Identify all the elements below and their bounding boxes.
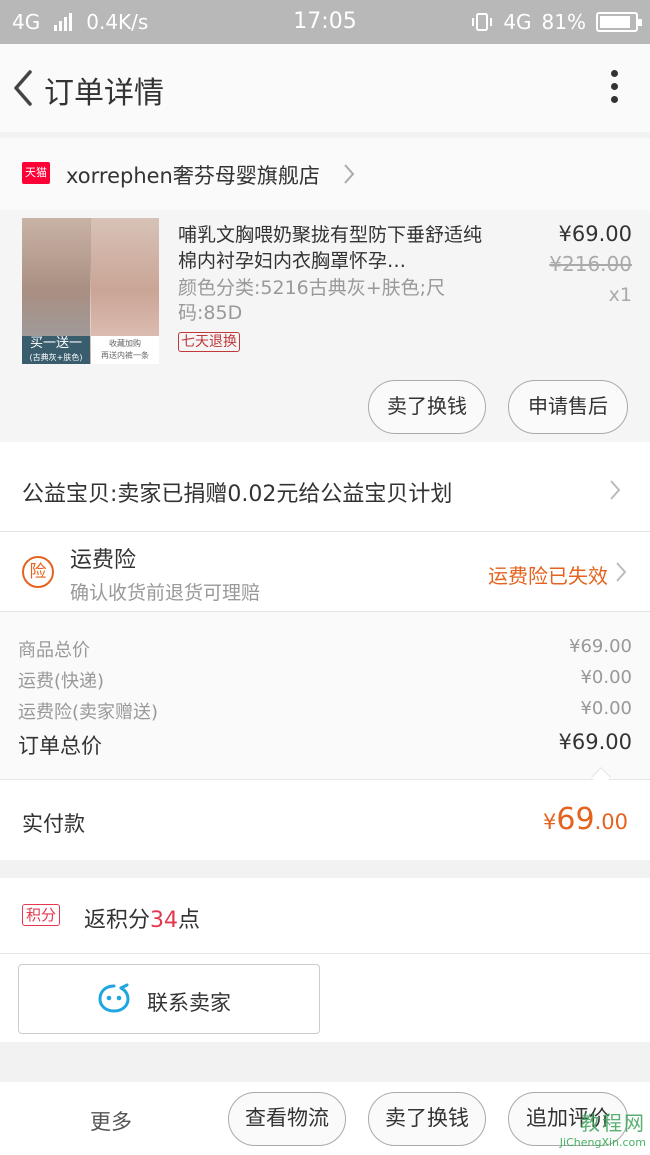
vibrate-icon xyxy=(472,13,493,31)
cost-label: 商品总价 xyxy=(18,640,90,661)
cost-breakdown: 商品总价 ¥69.00 运费(快递) ¥0.00 运费险(卖家赠送) ¥0.00… xyxy=(0,612,650,787)
battery-percent: 81% xyxy=(541,10,586,34)
watermark-url: JiChengXin.com xyxy=(559,1136,646,1149)
more-options-icon[interactable] xyxy=(608,70,620,106)
insurance-subtitle: 确认收货前退货可理赔 xyxy=(70,582,261,604)
cost-value: ¥0.00 xyxy=(580,667,632,688)
contact-seller-button[interactable]: 联系卖家 xyxy=(18,964,320,1034)
insurance-title: 运费险 xyxy=(70,548,137,573)
product-quantity: x1 xyxy=(608,284,632,306)
thumb-promo-2: 收藏加购 再送内裤一条 xyxy=(91,336,159,364)
sell-button[interactable]: 卖了换钱 xyxy=(368,380,486,434)
shop-header[interactable]: 天猫 xorrephen奢芬母婴旗舰店 xyxy=(0,138,650,210)
chevron-right-icon xyxy=(610,480,621,500)
product-price: ¥69.00 xyxy=(558,222,632,246)
watermark: 教程网 JiChengXin.com xyxy=(560,1107,646,1149)
cost-label: 运费(快递) xyxy=(18,671,105,692)
points-text: 返积分34点 xyxy=(84,908,201,933)
shipping-insurance-row[interactable]: 险 运费险 确认收货前退货可理赔 运费险已失效 xyxy=(0,532,650,612)
thumb-promo: 买一送一 (古典灰+肤色) xyxy=(22,336,90,364)
nav-bar: 订单详情 xyxy=(0,44,650,132)
network-type-right: 4G xyxy=(503,10,532,34)
order-total-label: 订单总价 xyxy=(18,734,102,758)
return-policy-tag: 七天退换 xyxy=(178,332,240,352)
insurance-status: 运费险已失效 xyxy=(488,564,608,588)
amount-paid-row: 实付款 ¥69.00 xyxy=(0,780,650,860)
page-title: 订单详情 xyxy=(44,76,164,111)
product-sku: 颜色分类:5216古典灰+肤色;尺码:85D xyxy=(178,277,446,324)
cost-label: 运费险(卖家赠送) xyxy=(18,702,159,723)
contact-seller-label: 联系卖家 xyxy=(147,991,231,1015)
charity-row[interactable]: 公益宝贝:卖家已捐赠0.02元给公益宝贝计划 xyxy=(0,442,650,532)
shop-name: xorrephen奢芬母婴旗舰店 xyxy=(66,164,320,188)
chevron-right-icon xyxy=(344,164,355,184)
points-row: 积分 返积分34点 xyxy=(0,878,650,954)
amount-paid-value: ¥69.00 xyxy=(543,802,628,837)
battery-icon xyxy=(596,12,642,32)
tmall-icon: 天猫 xyxy=(22,162,50,184)
product-title: 哺乳文胸喂奶聚拢有型防下垂舒适纯棉内衬孕妇内衣胸罩怀孕… xyxy=(178,224,483,272)
insurance-icon: 险 xyxy=(22,556,54,588)
wangwang-chat-icon xyxy=(98,983,130,1013)
product-original-price: ¥216.00 xyxy=(549,252,632,276)
cost-value: ¥0.00 xyxy=(580,698,632,719)
order-total-value: ¥69.00 xyxy=(558,730,632,754)
status-bar: 4G 0.4K/s 17:05 4G 81% xyxy=(0,0,650,44)
product-thumbnail[interactable]: 买一送一 (古典灰+肤色) 收藏加购 再送内裤一条 xyxy=(22,218,159,364)
cost-value: ¥69.00 xyxy=(569,636,632,657)
amount-paid-label: 实付款 xyxy=(22,812,85,836)
status-right: 4G 81% xyxy=(471,10,642,34)
watermark-title: 教程网 xyxy=(580,1111,646,1135)
bottom-toolbar: 更多 查看物流 卖了换钱 追加评价 xyxy=(0,1082,650,1155)
charity-text: 公益宝贝:卖家已捐赠0.02元给公益宝贝计划 xyxy=(22,482,453,507)
contact-section: 联系卖家 xyxy=(0,954,650,1042)
chevron-right-icon xyxy=(616,562,627,582)
more-button[interactable]: 更多 xyxy=(90,1106,132,1136)
after-sale-button[interactable]: 申请售后 xyxy=(508,380,628,434)
back-arrow-icon[interactable] xyxy=(8,66,38,110)
view-logistics-button[interactable]: 查看物流 xyxy=(228,1092,346,1146)
sell-button[interactable]: 卖了换钱 xyxy=(368,1092,486,1146)
product-item[interactable]: 买一送一 (古典灰+肤色) 收藏加购 再送内裤一条 哺乳文胸喂奶聚拢有型防下垂舒适纯… xyxy=(0,210,650,442)
points-badge: 积分 xyxy=(22,904,61,926)
